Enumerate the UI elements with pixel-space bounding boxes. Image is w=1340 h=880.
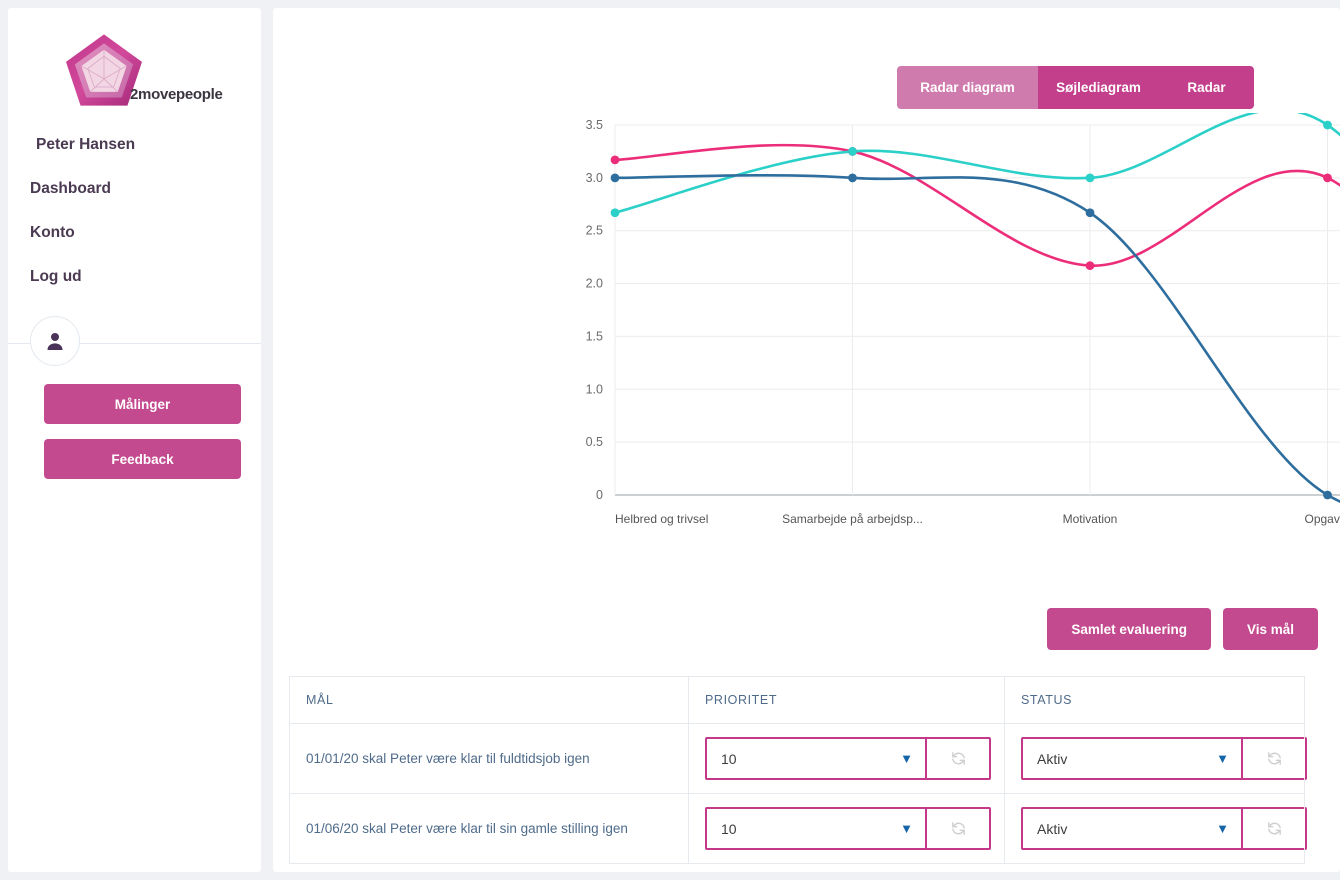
status-refresh-button[interactable] — [1243, 809, 1305, 848]
chart-action-buttons: Samlet evaluering Vis mål — [1047, 608, 1318, 650]
table-row: 01/01/20 skal Peter være klar til fuldti… — [289, 723, 1307, 794]
refresh-icon — [1267, 822, 1281, 835]
priority-value: 10 — [721, 820, 737, 837]
goals-table-wrapper: MÅL PRIORITET STATUS 01/01/20 skal Peter… — [289, 676, 1307, 864]
priority-select[interactable]: 10 ▼ — [707, 739, 927, 778]
table-header-row: MÅL PRIORITET STATUS — [289, 676, 1305, 724]
line-chart: 0 0.5 1.0 1.5 2.0 2.5 3.0 3.5 Helbred og trivsel… — [553, 113, 1340, 553]
status-cell: Aktiv ▼ — [1004, 723, 1307, 794]
priority-cell: 10 ▼ — [688, 723, 1005, 794]
priority-value: 10 — [721, 750, 737, 767]
y-axis-tick-label: 1.5 — [586, 329, 603, 343]
data-point[interactable] — [1085, 173, 1095, 183]
goals-table: MÅL PRIORITET STATUS 01/01/20 skal Peter… — [289, 676, 1307, 864]
chevron-down-icon: ▼ — [1216, 751, 1229, 766]
data-point[interactable] — [1323, 120, 1332, 130]
priority-refresh-button[interactable] — [927, 809, 989, 848]
malinger-button[interactable]: Målinger — [44, 384, 241, 424]
feedback-button[interactable]: Feedback — [44, 439, 241, 479]
brand-logo[interactable]: 2movepeople — [8, 26, 261, 122]
goal-text: 01/06/20 skal Peter være klar til sin ga… — [306, 820, 628, 836]
data-point[interactable] — [1323, 490, 1332, 500]
y-axis-tick-label: 3.0 — [586, 171, 603, 185]
series-line — [613, 173, 1340, 503]
goal-cell: 01/06/20 skal Peter være klar til sin ga… — [289, 793, 689, 864]
chart-canvas: 0 0.5 1.0 1.5 2.0 2.5 3.0 3.5 Helbred og trivsel… — [586, 113, 1340, 526]
refresh-icon — [951, 752, 965, 765]
main-panel: Radar diagram Søjlediagram Radar 0 0.5 1.0… — [273, 8, 1340, 872]
data-point[interactable] — [1085, 208, 1095, 218]
sidebar: 2movepeople Peter Hansen Dashboard Konto… — [8, 8, 261, 872]
y-axis-tick-label: 2.0 — [586, 277, 603, 291]
status-select[interactable]: Aktiv ▼ — [1023, 739, 1243, 778]
user-avatar-icon — [47, 333, 63, 350]
chart-type-tabs: Radar diagram Søjlediagram Radar — [897, 66, 1254, 109]
tab-radar[interactable]: Radar — [1159, 66, 1254, 109]
goal-text: 01/01/20 skal Peter være klar til fuldti… — [306, 750, 590, 766]
goal-cell: 01/01/20 skal Peter være klar til fuldti… — [289, 723, 689, 794]
chevron-down-icon: ▼ — [900, 821, 913, 836]
y-axis-tick-label: 3.5 — [586, 118, 603, 132]
priority-control-group: 10 ▼ — [705, 807, 991, 850]
sidebar-item-dashboard[interactable]: Dashboard — [30, 154, 111, 198]
refresh-icon — [1267, 752, 1281, 765]
status-select[interactable]: Aktiv ▼ — [1023, 809, 1243, 848]
refresh-icon — [951, 822, 965, 835]
brand-name: 2movepeople — [130, 86, 223, 103]
y-axis-tick-label: 0.5 — [586, 435, 603, 449]
data-point[interactable] — [610, 173, 620, 183]
app-root: 2movepeople Peter Hansen Dashboard Konto… — [0, 0, 1340, 880]
status-value: Aktiv — [1037, 750, 1068, 767]
data-point[interactable] — [1085, 261, 1095, 270]
data-point[interactable] — [1323, 173, 1332, 183]
sidebar-item-log-ud[interactable]: Log ud — [30, 242, 82, 286]
table-row: 01/06/20 skal Peter være klar til sin ga… — [289, 793, 1307, 864]
priority-select[interactable]: 10 ▼ — [707, 809, 927, 848]
col-header-prioritet: PRIORITET — [688, 676, 1005, 724]
status-cell: Aktiv ▼ — [1004, 793, 1307, 864]
data-point[interactable] — [610, 155, 620, 165]
vis-mal-button[interactable]: Vis mål — [1222, 608, 1318, 650]
avatar[interactable] — [30, 316, 80, 366]
priority-control-group: 10 ▼ — [705, 737, 991, 780]
sidebar-item-konto[interactable]: Konto — [30, 198, 75, 242]
status-control-group: Aktiv ▼ — [1021, 807, 1307, 850]
x-axis-tick-label: Opgaver — [1304, 512, 1340, 526]
data-point[interactable] — [610, 208, 620, 218]
x-axis-tick-label: Samarbejde på arbejdsp... — [782, 512, 923, 526]
sidebar-user-name: Peter Hansen — [36, 136, 136, 153]
data-point[interactable] — [848, 173, 857, 183]
series-line — [613, 113, 1340, 215]
x-axis-tick-label: Motivation — [1063, 512, 1118, 526]
priority-cell: 10 ▼ — [688, 793, 1005, 864]
y-axis-tick-label: 0 — [596, 488, 603, 502]
status-value: Aktiv — [1037, 820, 1068, 837]
data-point[interactable] — [848, 147, 857, 156]
x-axis-tick-label: Helbred og trivsel — [615, 512, 708, 526]
priority-refresh-button[interactable] — [927, 739, 989, 778]
samlet-evaluering-button[interactable]: Samlet evaluering — [1047, 608, 1211, 650]
chevron-down-icon: ▼ — [1216, 821, 1229, 836]
chevron-down-icon: ▼ — [900, 751, 913, 766]
y-axis-tick-label: 1.0 — [586, 382, 603, 396]
status-control-group: Aktiv ▼ — [1021, 737, 1307, 780]
y-axis-tick-label: 2.5 — [586, 224, 603, 238]
col-header-mal: MÅL — [289, 676, 689, 724]
tab-sojlediagram[interactable]: Søjlediagram — [1038, 66, 1159, 109]
tab-radar-diagram[interactable]: Radar diagram — [897, 66, 1038, 109]
sidebar-divider-row — [8, 316, 261, 370]
status-refresh-button[interactable] — [1243, 739, 1305, 778]
col-header-status: STATUS — [1004, 676, 1305, 724]
